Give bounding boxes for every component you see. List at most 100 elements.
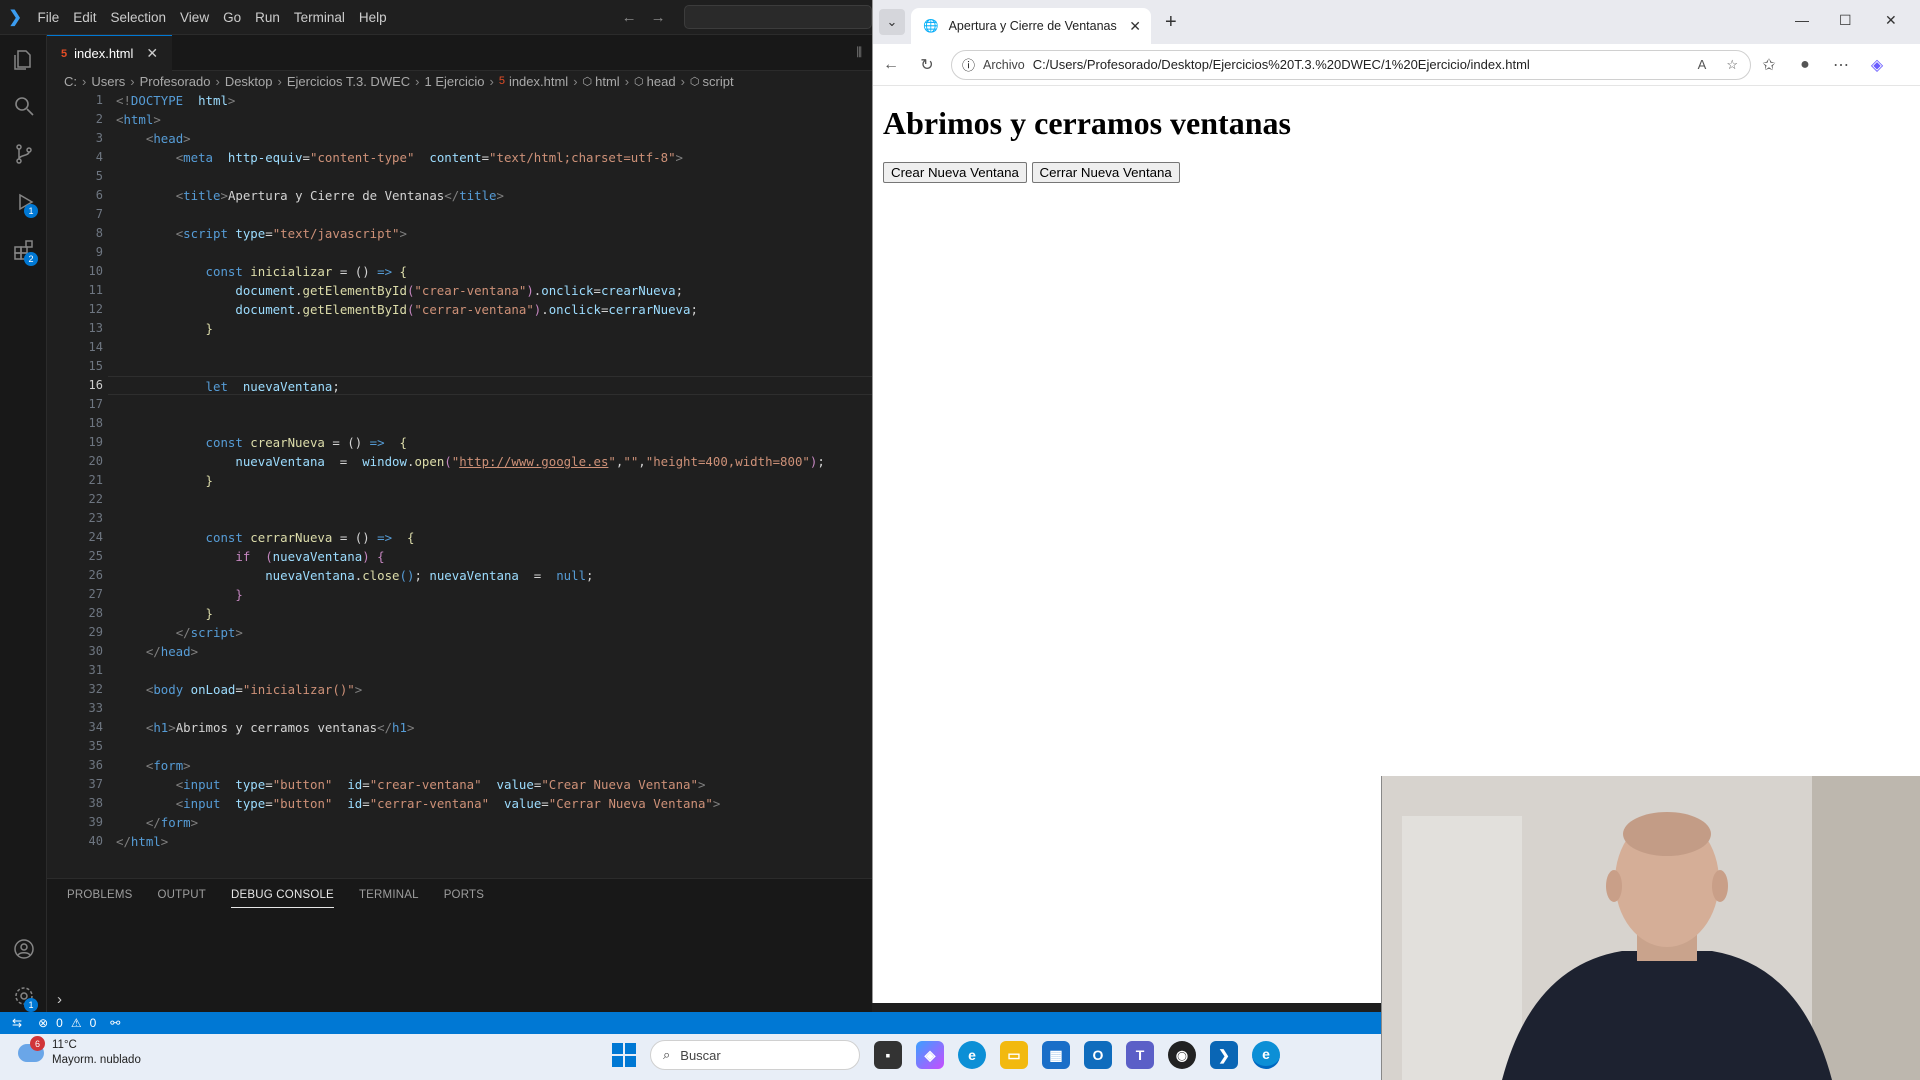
menu-view[interactable]: View bbox=[173, 0, 216, 35]
code-line[interactable] bbox=[116, 357, 872, 376]
code-line[interactable] bbox=[116, 699, 872, 718]
panel-tab-terminal[interactable]: TERMINAL bbox=[359, 883, 419, 907]
minimize-icon[interactable]: — bbox=[1795, 12, 1809, 28]
ports-icon[interactable]: ⚯ bbox=[110, 1016, 120, 1030]
crumb-profesorado[interactable]: Profesorado bbox=[140, 74, 211, 89]
code-line[interactable]: </html> bbox=[116, 832, 872, 851]
new-tab-icon[interactable]: + bbox=[1165, 11, 1177, 34]
code-line[interactable]: nuevaVentana.close(); nuevaVentana = nul… bbox=[116, 566, 872, 585]
edge-active-app-icon[interactable]: e bbox=[1252, 1041, 1280, 1069]
vscode-app-icon[interactable]: ❯ bbox=[1210, 1041, 1238, 1069]
code-line[interactable]: } bbox=[116, 585, 872, 604]
more-icon[interactable]: ⋯ bbox=[1823, 55, 1859, 75]
code-line[interactable]: let nuevaVentana; bbox=[108, 376, 872, 395]
code-line[interactable]: <body onLoad="inicializar()"> bbox=[116, 680, 872, 699]
code-line[interactable]: <meta http-equiv="content-type" content=… bbox=[116, 148, 872, 167]
copilot-app-icon[interactable]: ◈ bbox=[916, 1041, 944, 1069]
panel-tab-problems[interactable]: PROBLEMS bbox=[67, 883, 133, 907]
code-line[interactable] bbox=[116, 414, 872, 433]
code-editor[interactable]: 1 2 3 4 5 6 7 8 9 10 11 12 13 14 15 16 17 18 19 20 21 22 23 24 2… bbox=[47, 91, 872, 878]
favorite-star-icon[interactable]: ☆ bbox=[1726, 57, 1738, 73]
code-line[interactable] bbox=[116, 661, 872, 680]
error-count[interactable]: 0 bbox=[56, 1016, 63, 1030]
panel-tab-debug-console[interactable]: DEBUG CONSOLE bbox=[231, 883, 334, 908]
tab-index-html[interactable]: 5 index.html ✕ bbox=[47, 35, 172, 71]
panel-tab-ports[interactable]: PORTS bbox=[444, 883, 484, 907]
code-line[interactable]: <h1>Abrimos y cerramos ventanas</h1> bbox=[116, 718, 872, 737]
code-line[interactable] bbox=[116, 509, 872, 528]
code-line[interactable]: document.getElementById("crear-ventana")… bbox=[116, 281, 872, 300]
code-line[interactable]: const inicializar = () => { bbox=[116, 262, 872, 281]
crumb-head[interactable]: head bbox=[647, 74, 676, 89]
code-line[interactable] bbox=[116, 167, 872, 186]
code-line[interactable]: nuevaVentana = window.open("http://www.g… bbox=[116, 452, 872, 471]
crumb-script[interactable]: script bbox=[703, 74, 734, 89]
code-line[interactable]: if (nuevaVentana) { bbox=[116, 547, 872, 566]
panel-tab-output[interactable]: OUTPUT bbox=[158, 883, 206, 907]
warning-icon[interactable]: ⚠ bbox=[71, 1016, 82, 1030]
close-icon[interactable]: ✕ bbox=[146, 45, 158, 62]
favorites-icon[interactable]: ✩ bbox=[1751, 55, 1787, 75]
menu-selection[interactable]: Selection bbox=[104, 0, 174, 35]
code-line[interactable]: } bbox=[116, 471, 872, 490]
split-editor-icon[interactable]: ⫼ bbox=[856, 45, 862, 60]
code-line[interactable] bbox=[116, 395, 872, 414]
explorer-icon[interactable] bbox=[0, 37, 47, 83]
profile-icon[interactable]: ● bbox=[1787, 56, 1823, 74]
extensions-icon[interactable]: 2 bbox=[0, 227, 47, 273]
remote-icon[interactable]: ⇆ bbox=[12, 1016, 22, 1030]
crumb-file[interactable]: index.html bbox=[509, 74, 568, 89]
accounts-icon[interactable] bbox=[0, 926, 47, 972]
menu-edit[interactable]: Edit bbox=[66, 0, 103, 35]
crumb-desktop[interactable]: Desktop bbox=[225, 74, 273, 89]
maximize-icon[interactable]: ☐ bbox=[1839, 12, 1852, 29]
menu-file[interactable]: File bbox=[30, 0, 66, 35]
command-center[interactable] bbox=[683, 5, 872, 29]
crumb-ejercicios[interactable]: Ejercicios T.3. DWEC bbox=[287, 74, 410, 89]
tab-actions-icon[interactable]: ⌄ bbox=[879, 9, 905, 35]
code-line[interactable] bbox=[116, 243, 872, 262]
code-line[interactable] bbox=[116, 490, 872, 509]
read-aloud-icon[interactable]: A bbox=[1698, 57, 1707, 72]
teams-icon[interactable]: T bbox=[1126, 1041, 1154, 1069]
browser-tab[interactable]: 🌐 Apertura y Cierre de Ventanas ✕ bbox=[911, 8, 1151, 44]
start-windows-icon[interactable] bbox=[612, 1043, 636, 1067]
crumb-ejercicio-1[interactable]: 1 Ejercicio bbox=[425, 74, 485, 89]
store-icon[interactable]: ▦ bbox=[1042, 1041, 1070, 1069]
chrome-app-icon[interactable]: ◉ bbox=[1168, 1041, 1196, 1069]
refresh-icon[interactable]: ↻ bbox=[909, 55, 945, 75]
code-line[interactable]: <!DOCTYPE html> bbox=[116, 91, 872, 110]
code-line[interactable]: <form> bbox=[116, 756, 872, 775]
menu-help[interactable]: Help bbox=[352, 0, 394, 35]
weather-widget[interactable]: 6 11°C Mayorm. nublado bbox=[18, 1036, 141, 1068]
crumb-drive[interactable]: C: bbox=[64, 74, 77, 89]
code-line[interactable]: <input type="button" id="cerrar-ventana"… bbox=[116, 794, 872, 813]
code-line[interactable]: <input type="button" id="crear-ventana" … bbox=[116, 775, 872, 794]
file-explorer-icon[interactable]: ▭ bbox=[1000, 1041, 1028, 1069]
search-icon[interactable] bbox=[0, 83, 47, 129]
error-icon[interactable]: ⊗ bbox=[38, 1016, 48, 1030]
close-tab-icon[interactable]: ✕ bbox=[1129, 18, 1141, 35]
task-view-icon[interactable]: ▪ bbox=[874, 1041, 902, 1069]
info-icon[interactable]: ⓘ bbox=[962, 55, 975, 74]
crumb-html[interactable]: html bbox=[595, 74, 620, 89]
code-line[interactable]: <head> bbox=[116, 129, 872, 148]
code-line[interactable]: } bbox=[116, 319, 872, 338]
code-line[interactable]: <title>Apertura y Cierre de Ventanas</ti… bbox=[116, 186, 872, 205]
url-text[interactable]: C:/Users/Profesorado/Desktop/Ejercicios%… bbox=[1033, 57, 1530, 72]
code-line[interactable]: </head> bbox=[116, 642, 872, 661]
menu-go[interactable]: Go bbox=[216, 0, 248, 35]
back-icon[interactable]: ← bbox=[873, 56, 909, 74]
code-line[interactable]: </form> bbox=[116, 813, 872, 832]
code-line[interactable]: const crearNueva = () => { bbox=[116, 433, 872, 452]
run-debug-icon[interactable]: 1 bbox=[0, 179, 47, 225]
menu-run[interactable]: Run bbox=[248, 0, 287, 35]
address-bar[interactable]: ⓘ Archivo C:/Users/Profesorado/Desktop/E… bbox=[951, 49, 1751, 80]
code-line[interactable]: const cerrarNueva = () => { bbox=[116, 528, 872, 547]
outlook-icon[interactable]: O bbox=[1084, 1041, 1112, 1069]
crear-ventana-button[interactable]: Crear Nueva Ventana bbox=[883, 162, 1027, 183]
code-line[interactable] bbox=[116, 338, 872, 357]
taskbar-search[interactable]: ⌕ Buscar bbox=[650, 1040, 860, 1070]
code-line[interactable]: </script> bbox=[116, 623, 872, 642]
code-line[interactable]: } bbox=[116, 604, 872, 623]
